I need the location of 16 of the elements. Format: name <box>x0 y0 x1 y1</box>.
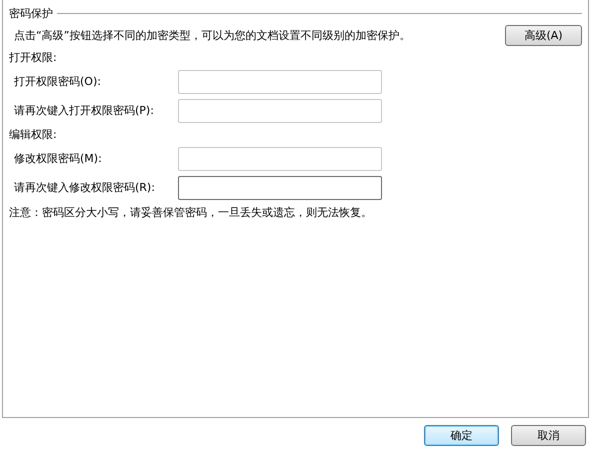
dialog-button[interactable]: 确定 <box>424 425 499 446</box>
group-title: 密码保护 <box>9 6 53 20</box>
field-label: 请再次键入打开权限密码(P): <box>14 103 155 118</box>
password-field[interactable] <box>178 70 382 94</box>
field-label: 请再次键入修改权限密码(R): <box>14 180 156 195</box>
password-field[interactable] <box>178 98 382 122</box>
dialog-button[interactable]: 取消 <box>511 425 586 446</box>
section-title: 打开权限: <box>9 50 58 66</box>
note-text: 注意：密码区分大小写，请妥善保管密码，一旦丢失或遗忘，则无法恢复。 <box>9 205 373 221</box>
section-title: 编辑权限: <box>9 127 58 143</box>
intro-text: 点击“高级”按钮选择不同的加密类型，可以为您的文档设置不同级别的加密保护。 <box>14 28 410 42</box>
field-label: 修改权限密码(M): <box>14 151 103 166</box>
password-field[interactable] <box>178 176 382 200</box>
advanced-button[interactable]: 高级(A) <box>505 24 582 46</box>
password-field[interactable] <box>178 146 382 170</box>
field-label: 打开权限密码(O): <box>14 74 102 89</box>
